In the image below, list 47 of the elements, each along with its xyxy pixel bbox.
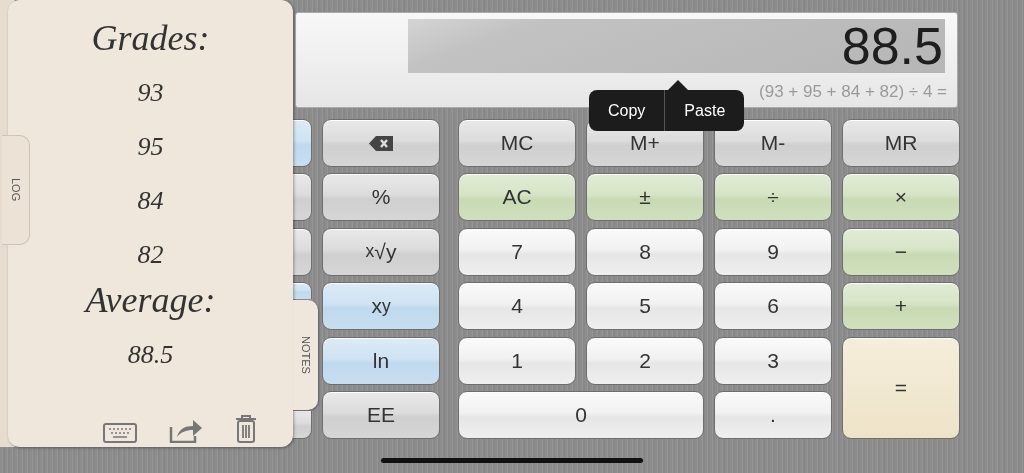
calculator-key[interactable]: 2	[586, 336, 704, 385]
key-edge[interactable]	[293, 173, 312, 222]
calculator-key[interactable]: 3	[714, 336, 832, 385]
result-value: 88.5	[841, 20, 944, 72]
backspace-button[interactable]	[322, 119, 440, 167]
key-edge[interactable]	[293, 119, 312, 167]
calculator-key[interactable]: 4	[458, 282, 576, 331]
panel-tab[interactable]: NOTES	[293, 300, 318, 410]
calculator-key[interactable]: 5	[586, 282, 704, 331]
calculator-key[interactable]: 7	[458, 227, 576, 276]
note-heading: Average:	[85, 282, 216, 322]
backspace-icon	[369, 135, 393, 151]
calculator-key[interactable]: −	[842, 227, 960, 276]
calculator-key[interactable]: ÷	[714, 173, 832, 222]
panel-tab[interactable]: LOG	[2, 135, 30, 245]
calculator-key[interactable]: %	[322, 173, 440, 222]
note-line: 95	[137, 131, 164, 163]
calculator-key[interactable]: ln	[322, 336, 440, 385]
key-edge[interactable]	[293, 410, 312, 439]
key-edge[interactable]	[293, 227, 312, 276]
calculator-key[interactable]: 8	[586, 227, 704, 276]
calculator-key[interactable]: ×	[842, 173, 960, 222]
calculator-key[interactable]: 6	[714, 282, 832, 331]
calculator-key[interactable]: MR	[842, 119, 960, 167]
calculator-key[interactable]: EE	[322, 390, 440, 439]
calculator-key[interactable]: =	[842, 336, 960, 439]
calculator-key[interactable]: ±	[586, 173, 704, 222]
share-icon[interactable]	[169, 417, 203, 443]
calculator-key[interactable]: AC	[458, 173, 576, 222]
calculator-key[interactable]: +	[842, 282, 960, 331]
calculator-key[interactable]: .	[714, 390, 832, 439]
calculator-key[interactable]: M-	[714, 119, 832, 167]
calculator-key[interactable]: 1	[458, 336, 576, 385]
expression-text: (93 + 95 + 84 + 82) ÷ 4 =	[759, 82, 947, 102]
note-line: 84	[137, 185, 164, 217]
calculator-key[interactable]: 9	[714, 227, 832, 276]
result-field[interactable]: 88.5	[408, 19, 945, 73]
keyboard-icon[interactable]	[103, 423, 137, 443]
note-heading: Grades:	[91, 20, 210, 60]
trash-icon[interactable]	[235, 415, 257, 443]
calculator-key[interactable]: 0	[458, 390, 704, 439]
key-edge[interactable]	[293, 282, 312, 300]
note-line: 93	[137, 77, 164, 109]
menu-item[interactable]: Paste	[664, 90, 745, 131]
note-line: 82	[137, 239, 164, 271]
calculator-key[interactable]: MC	[458, 119, 576, 167]
note-line: 88.5	[127, 339, 174, 371]
